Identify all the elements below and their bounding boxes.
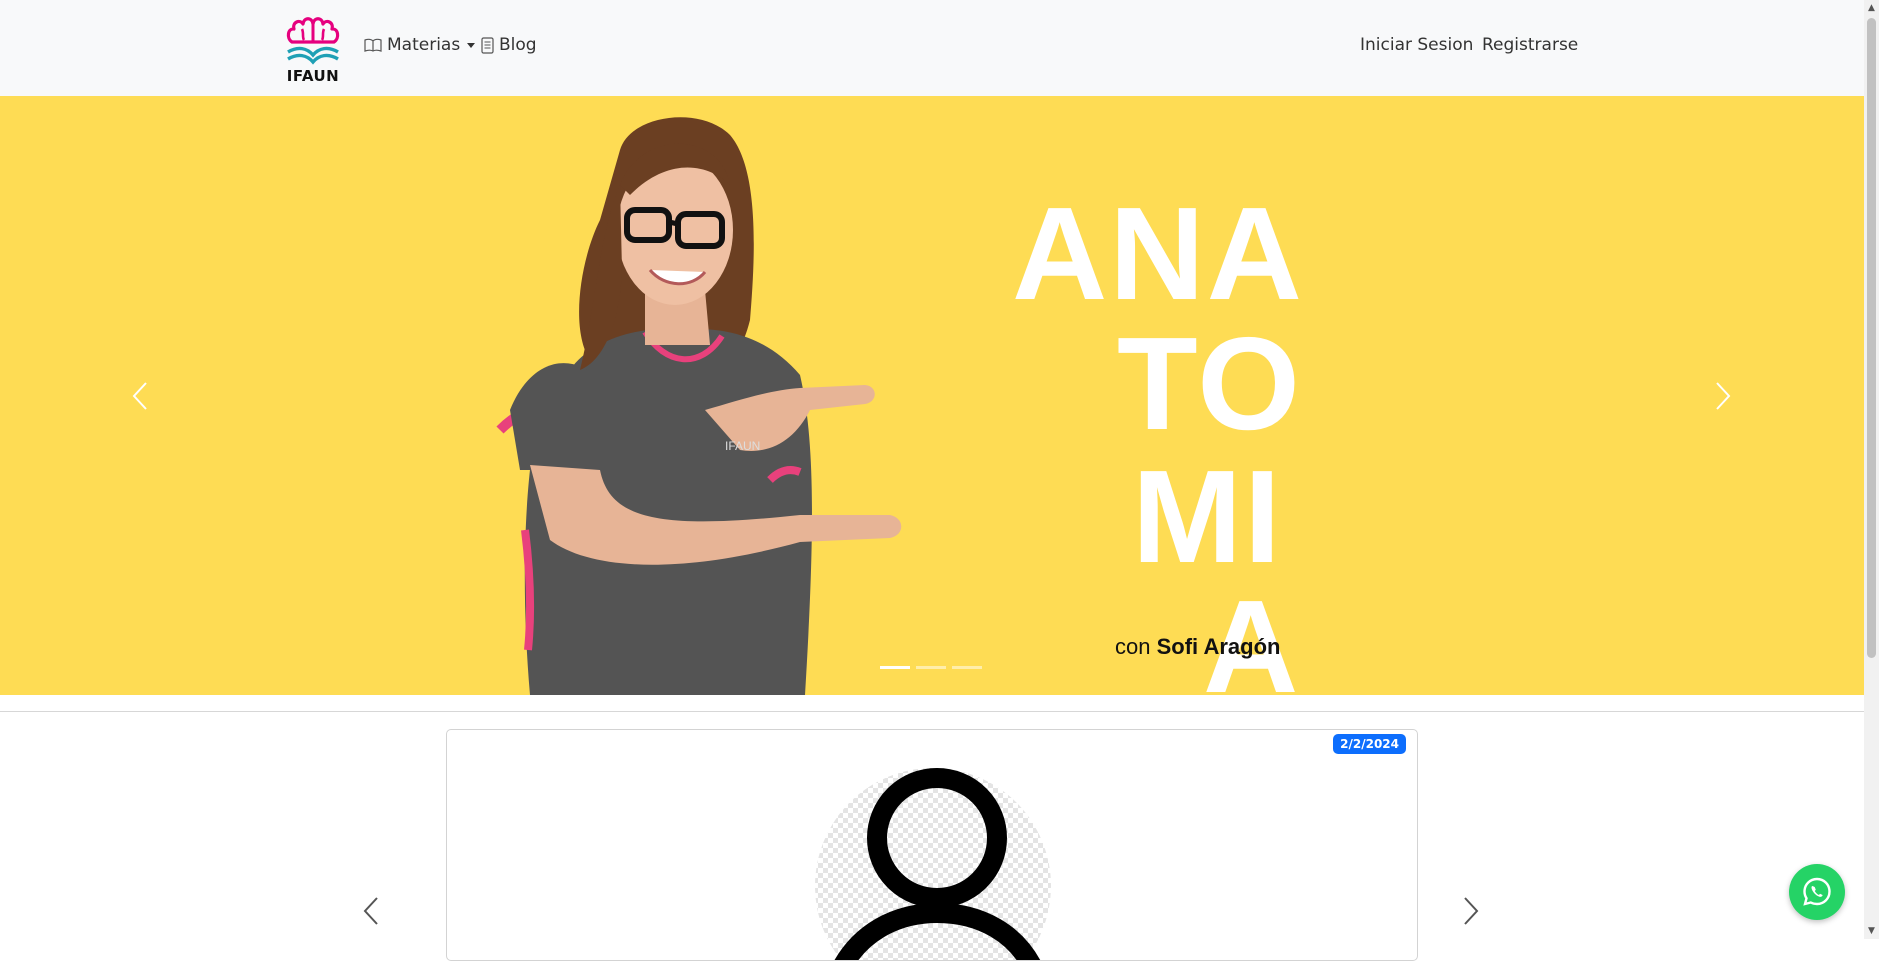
svg-text:IFAUN: IFAUN (725, 439, 760, 453)
nav-materias-label: Materias (387, 35, 461, 55)
hero-carousel: IFAUN ANA TO MI A con Sofi Aragón (0, 96, 1864, 695)
nav-blog-link[interactable]: Blog (481, 35, 537, 55)
ifaun-logo[interactable]: IFAUN (284, 12, 342, 85)
card-next-button[interactable] (1462, 896, 1480, 930)
whatsapp-button[interactable] (1789, 864, 1845, 920)
register-label: Registrarse (1482, 35, 1579, 55)
book-open-icon (364, 38, 382, 52)
date-badge: 2/2/2024 (1333, 734, 1406, 754)
carousel-indicator-2[interactable] (916, 666, 946, 669)
whatsapp-icon (1803, 877, 1831, 906)
hero-word-2: TO (1117, 310, 1302, 457)
page-scrollbar[interactable]: ▲ ▼ (1864, 0, 1879, 939)
carousel-indicator-1[interactable] (880, 666, 910, 669)
user-placeholder-icon (815, 768, 1051, 960)
login-label: Iniciar Sesion (1360, 35, 1474, 55)
login-link[interactable]: Iniciar Sesion (1360, 35, 1473, 55)
hero-word-1: ANA (1012, 180, 1304, 327)
chevron-left-icon (132, 382, 147, 410)
scroll-up-arrow-icon[interactable]: ▲ (1864, 0, 1879, 16)
section-divider (0, 711, 1864, 712)
register-link[interactable]: Registrarse (1482, 35, 1578, 55)
instructor-photo: IFAUN (496, 117, 902, 695)
hero-next-button[interactable] (1703, 376, 1743, 416)
chevron-down-icon (467, 42, 476, 48)
carousel-indicator-3[interactable] (952, 666, 982, 669)
chevron-right-icon (1464, 897, 1479, 925)
document-icon (481, 36, 494, 54)
hero-word-3: MI (1132, 443, 1283, 590)
scroll-down-arrow-icon[interactable]: ▼ (1864, 923, 1879, 939)
hero-subtitle-name: Sofi Aragón (1156, 634, 1281, 659)
nav-blog-label: Blog (499, 35, 537, 55)
chevron-left-icon (363, 897, 378, 925)
top-navbar: IFAUN Materias Blog Iniciar Sesion Regis… (0, 0, 1864, 96)
card-prev-button[interactable] (362, 896, 380, 930)
nav-materias-dropdown[interactable]: Materias (364, 35, 476, 55)
hero-subtitle-prefix: con (1115, 634, 1151, 659)
hero-subtitle: con Sofi Aragón (1115, 634, 1280, 660)
post-card[interactable]: 2/2/2024 (446, 729, 1418, 961)
scroll-thumb[interactable] (1867, 18, 1876, 658)
carousel-indicators (880, 666, 982, 669)
logo-text: IFAUN (286, 67, 340, 85)
chevron-right-icon (1716, 382, 1731, 410)
hero-prev-button[interactable] (120, 376, 160, 416)
brain-book-logo-icon (286, 17, 340, 65)
